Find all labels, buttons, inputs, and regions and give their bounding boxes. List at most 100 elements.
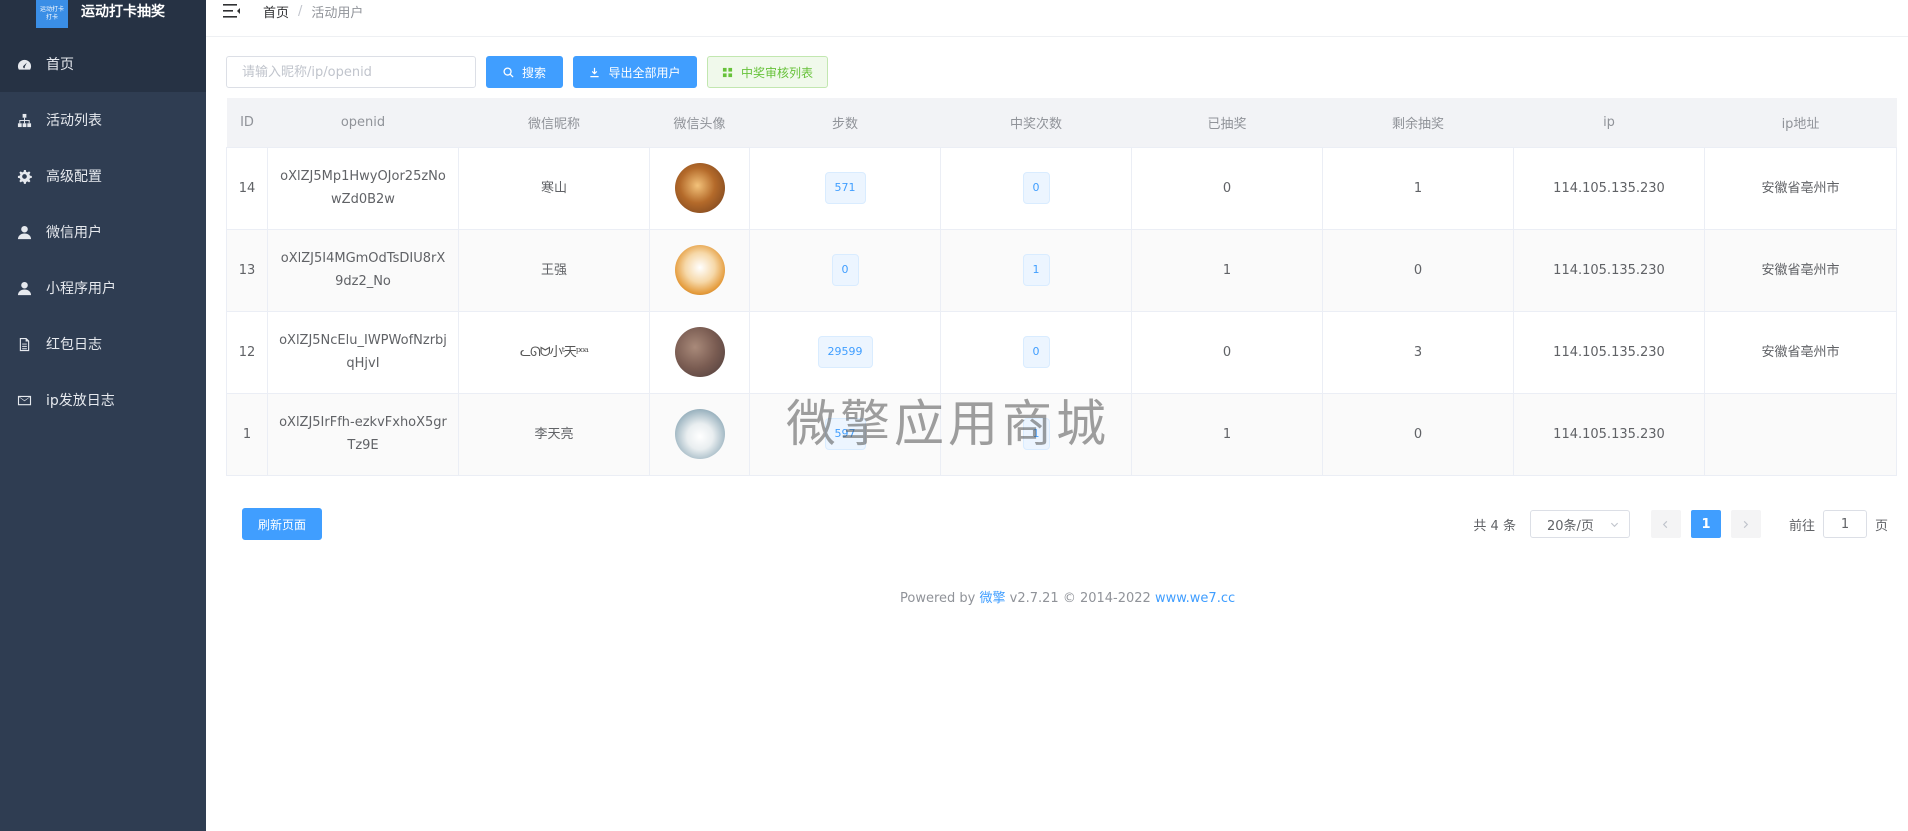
cell-drawn: 0 — [1131, 147, 1323, 230]
wins-tag: 1 — [1022, 418, 1050, 450]
page-number-current[interactable]: 1 — [1690, 510, 1721, 538]
sidebar-item-label: 小程序用户 — [46, 281, 116, 297]
chevron-left-icon — [1663, 520, 1668, 528]
search-icon — [503, 66, 514, 78]
page-jump-input[interactable]: 1 — [1822, 510, 1867, 538]
chevron-right-icon — [1744, 520, 1749, 528]
cell-avatar — [649, 229, 750, 312]
wins-tag: 1 — [1022, 254, 1050, 286]
winner-audit-list-button[interactable]: 中奖审核列表 — [707, 56, 828, 88]
search-button[interactable]: 搜索 — [486, 56, 563, 88]
column-header-wins: 中奖次数 — [940, 98, 1132, 148]
export-button-label: 导出全部用户 — [608, 65, 681, 80]
cell-wins: 0 — [940, 147, 1132, 230]
steps-tag: 571 — [824, 172, 866, 204]
cell-openid: oXlZJ5I4MGmOdTsDIU8rX9dz2_No — [267, 229, 459, 312]
cell-id: 12 — [226, 311, 268, 394]
gear-icon — [16, 168, 32, 184]
cell-wins: 1 — [940, 229, 1132, 312]
brand-link[interactable]: 微擎 — [980, 591, 1006, 606]
sidebar-item-activities[interactable]: 活动列表 — [0, 92, 206, 148]
breadcrumb-current: 活动用户 — [311, 5, 364, 21]
sidebar-item-ip-log[interactable]: ip发放日志 — [0, 372, 206, 428]
grid-icon — [722, 67, 733, 77]
user-icon — [16, 280, 32, 296]
cell-openid: oXlZJ5NcElu_IWPWofNzrbjqHjvI — [267, 311, 459, 394]
cell-ip: 114.105.135.230 — [1513, 311, 1705, 394]
cell-ip: 114.105.135.230 — [1513, 147, 1705, 230]
site-link[interactable]: www.we7.cc — [1155, 591, 1235, 606]
audit-button-label: 中奖审核列表 — [740, 65, 813, 80]
download-icon — [590, 67, 600, 77]
column-header-location: ip地址 — [1704, 98, 1897, 148]
cell-steps: 0 — [749, 229, 941, 312]
table-row: 12 oXlZJ5NcElu_IWPWofNzrbjqHjvI ᓚᘏᗢ小ᵗ天ᵖᵒ… — [226, 311, 1897, 394]
bottom-bar: 刷新页面 共 4 条 20条/页 1 前往 1 页 — [242, 508, 1888, 540]
table-header-row: ID openid 微信昵称 微信头像 步数 中奖次数 已抽奖 剩余抽奖 ip … — [226, 98, 1897, 148]
prev-page-button[interactable] — [1650, 510, 1681, 538]
powered-by-prefix: Powered by — [900, 591, 976, 606]
cell-remaining: 3 — [1322, 311, 1514, 394]
sidebar-menu: 首页 活动列表 高级配置 微信用户 小程序用户 红包日志 ip发放日志 — [0, 36, 206, 428]
brand-title: 运动打卡抽奖 — [81, 4, 165, 20]
breadcrumb-home[interactable]: 首页 — [263, 2, 289, 21]
sidebar-item-miniprogram-users[interactable]: 小程序用户 — [0, 260, 206, 316]
search-input[interactable] — [226, 56, 476, 88]
pagination: 共 4 条 20条/页 1 前往 1 页 — [1473, 508, 1888, 540]
sidebar-item-advanced-config[interactable]: 高级配置 — [0, 148, 206, 204]
cell-avatar — [649, 147, 750, 230]
export-all-users-button[interactable]: 导出全部用户 — [573, 56, 697, 88]
cell-avatar — [649, 311, 750, 394]
menu-toggle-icon[interactable] — [223, 4, 241, 18]
next-page-button[interactable] — [1730, 510, 1761, 538]
sidebar-item-label: ip发放日志 — [46, 393, 115, 409]
page-jump: 前往 1 页 — [1789, 510, 1888, 538]
sidebar-item-wechat-users[interactable]: 微信用户 — [0, 204, 206, 260]
cell-steps: 571 — [749, 147, 941, 230]
brand[interactable]: 运动打卡 打卡 运动打卡抽奖 — [0, 0, 206, 36]
refresh-page-button[interactable]: 刷新页面 — [242, 508, 322, 540]
column-header-openid: openid — [267, 98, 459, 148]
sidebar-item-home[interactable]: 首页 — [0, 36, 206, 92]
cell-location: 安徽省亳州市 — [1704, 311, 1897, 394]
sitemap-icon — [16, 112, 32, 128]
chevron-down-icon — [1610, 522, 1619, 527]
steps-tag: 597 — [824, 418, 866, 450]
cell-drawn: 0 — [1131, 311, 1323, 394]
avatar — [674, 327, 725, 377]
page-size-select[interactable]: 20条/页 — [1529, 510, 1630, 538]
cell-nickname: ᓚᘏᗢ小ᵗ天ᵖᵒᵃ — [458, 311, 650, 394]
user-icon — [16, 224, 32, 240]
table-row: 13 oXlZJ5I4MGmOdTsDIU8rX9dz2_No 王强 0 1 1… — [226, 229, 1897, 312]
cell-wins: 1 — [940, 393, 1132, 476]
steps-tag: 0 — [831, 254, 859, 286]
document-icon — [16, 336, 32, 352]
sidebar-item-label: 活动列表 — [46, 113, 102, 129]
column-header-remaining: 剩余抽奖 — [1322, 98, 1514, 148]
brand-logo-line2: 打卡 — [45, 14, 58, 21]
cell-remaining: 1 — [1322, 147, 1514, 230]
envelope-icon — [16, 392, 32, 408]
avatar — [674, 409, 725, 459]
sidebar-item-label: 首页 — [46, 57, 74, 73]
dashboard-icon — [16, 56, 32, 72]
breadcrumb-separator: / — [298, 3, 303, 19]
wins-tag: 0 — [1022, 336, 1050, 368]
column-header-steps: 步数 — [749, 98, 941, 148]
column-header-avatar: 微信头像 — [649, 98, 750, 148]
page-size-value: 20条/页 — [1546, 518, 1594, 534]
column-header-id: ID — [226, 98, 268, 148]
sidebar-item-redpacket-log[interactable]: 红包日志 — [0, 316, 206, 372]
avatar — [674, 163, 725, 213]
table-row: 14 oXlZJ5Mp1HwyOJor25zNowZd0B2w 寒山 571 0… — [226, 147, 1897, 230]
steps-tag: 29599 — [817, 336, 873, 368]
cell-nickname: 王强 — [458, 229, 650, 312]
cell-avatar — [649, 393, 750, 476]
cell-id: 1 — [226, 393, 268, 476]
users-table: ID openid 微信昵称 微信头像 步数 中奖次数 已抽奖 剩余抽奖 ip … — [226, 98, 1897, 476]
table-row: 1 oXlZJ5IrFfh-ezkvFxhoX5grTz9E 李天亮 597 1… — [226, 393, 1897, 476]
nickname-text: ᓚᘏᗢ小ᵗ天ᵖᵒᵃ — [519, 344, 589, 360]
topbar: 首页 / 活动用户 — [206, 0, 1908, 37]
sidebar: 运动打卡 打卡 运动打卡抽奖 首页 活动列表 高级配置 微信用户 小程序用户 红… — [0, 0, 206, 831]
sidebar-item-label: 高级配置 — [46, 169, 102, 185]
